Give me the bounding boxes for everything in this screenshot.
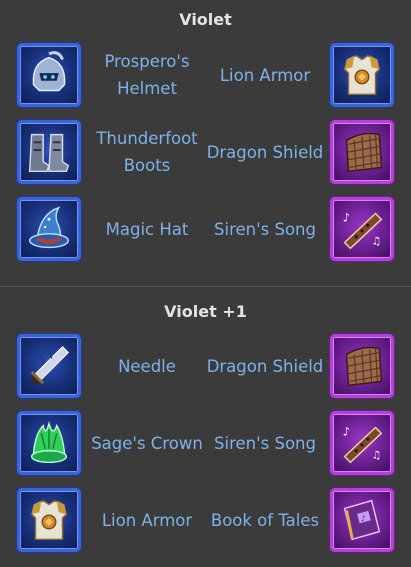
item-name-label[interactable]: Thunderfoot Boots [88, 120, 206, 184]
helmet-icon[interactable] [17, 43, 81, 107]
svg-text:♫: ♫ [372, 234, 382, 247]
item-name-label[interactable]: Siren's Song [206, 197, 324, 261]
item-name-label[interactable]: Sage's Crown [88, 411, 206, 475]
leaf-crown-icon[interactable] [17, 411, 81, 475]
item-name-label[interactable]: Prospero's Helmet [88, 43, 206, 107]
item-name-label[interactable]: Dragon Shield [206, 120, 324, 184]
item-row: Thunderfoot Boots Dragon Shield [0, 120, 411, 184]
item-row: Needle Dragon Shield [0, 334, 411, 398]
item-row: Lion Armor ♪ Book of Tales [0, 488, 411, 552]
item-name-label[interactable]: Siren's Song [206, 411, 324, 475]
item-row: Sage's Crown ♪ ♫ Siren's Song [0, 411, 411, 475]
item-name-label[interactable]: Lion Armor [206, 43, 324, 107]
svg-text:♪: ♪ [361, 514, 366, 523]
armor-icon[interactable] [330, 43, 394, 107]
svg-text:♫: ♫ [372, 448, 382, 461]
item-name-label[interactable]: Book of Tales [206, 488, 324, 552]
flute-icon[interactable]: ♪ ♫ [330, 411, 394, 475]
section-divider [0, 286, 411, 287]
svg-text:♪: ♪ [343, 424, 350, 438]
item-name-label[interactable]: Dragon Shield [206, 334, 324, 398]
item-row: Magic Hat ♪ ♫ Siren's Song [0, 197, 411, 261]
item-name-label[interactable]: Magic Hat [88, 197, 206, 261]
section-title: Violet +1 [164, 302, 247, 321]
shield-icon[interactable] [330, 334, 394, 398]
section-title: Violet [179, 10, 232, 29]
armor-icon[interactable] [17, 488, 81, 552]
dagger-icon[interactable] [17, 334, 81, 398]
item-name-label[interactable]: Needle [88, 334, 206, 398]
flute-icon[interactable]: ♪ ♫ [330, 197, 394, 261]
item-name-label[interactable]: Lion Armor [88, 488, 206, 552]
wizard-hat-icon[interactable] [17, 197, 81, 261]
item-row: Prospero's Helmet Lion Armor [0, 43, 411, 107]
shield-icon[interactable] [330, 120, 394, 184]
svg-text:♪: ♪ [343, 210, 350, 224]
book-icon[interactable]: ♪ [330, 488, 394, 552]
boots-icon[interactable] [17, 120, 81, 184]
